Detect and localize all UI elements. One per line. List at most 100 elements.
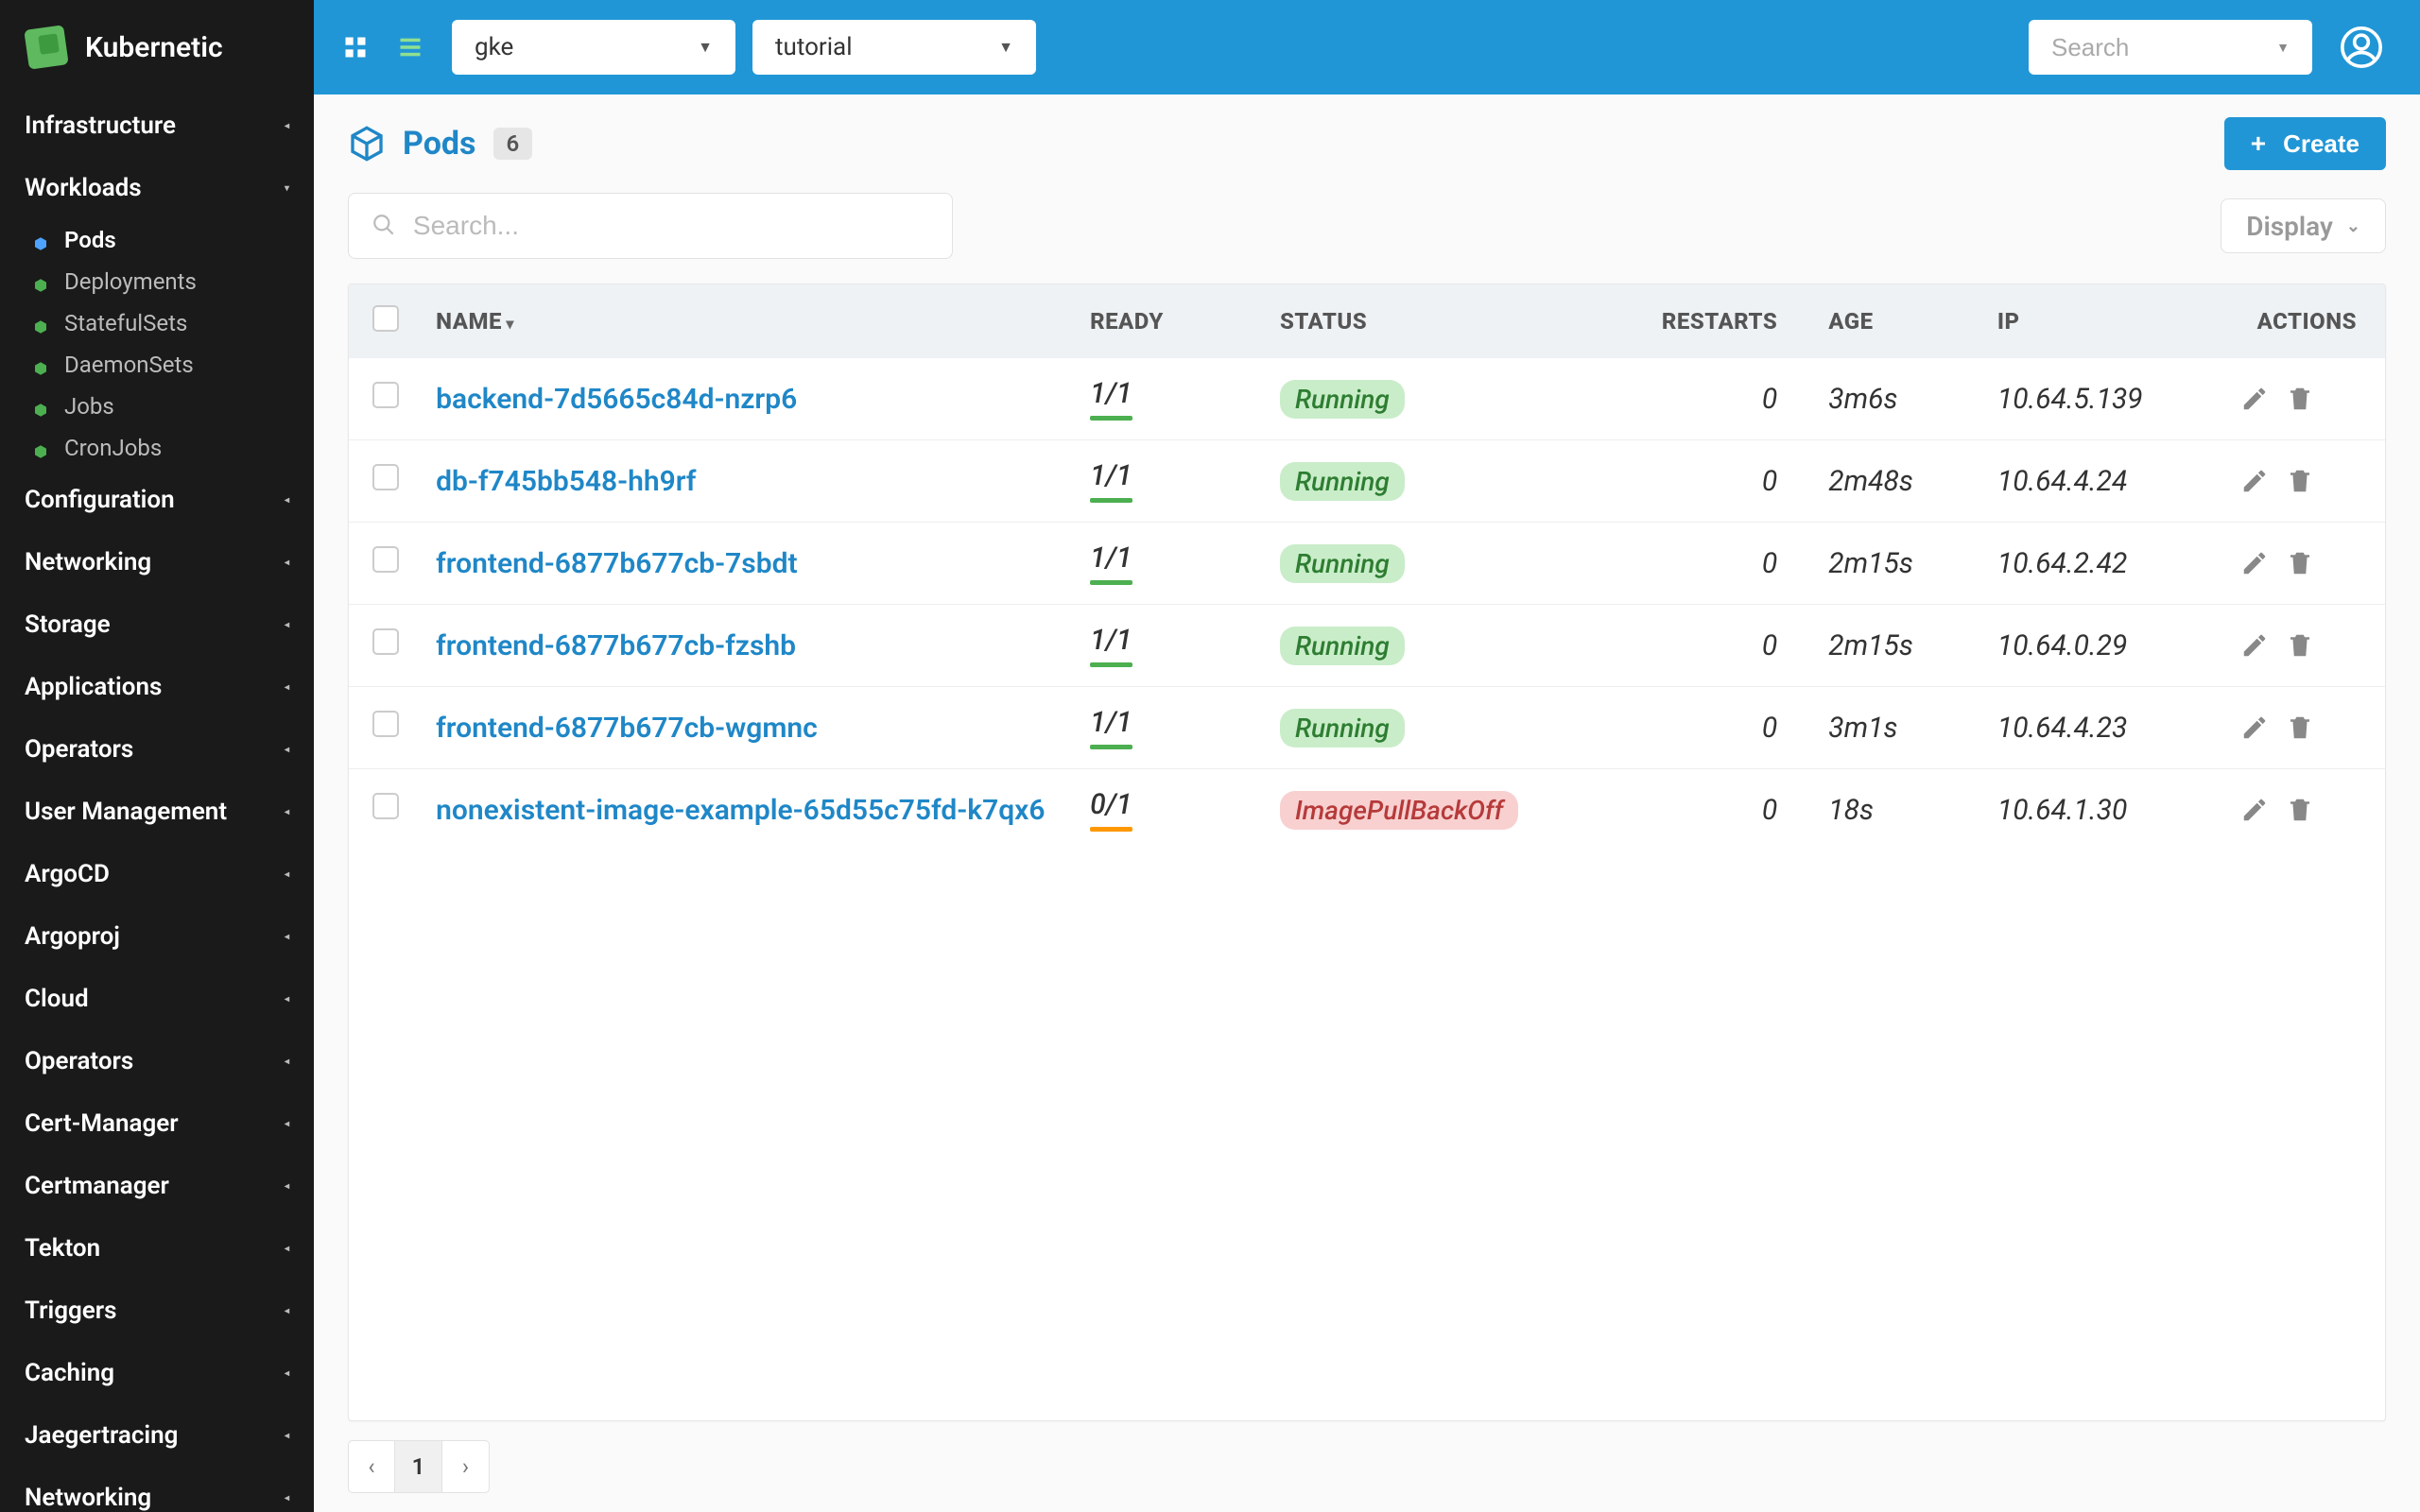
brand[interactable]: Kubernetic [0,0,314,94]
edit-icon[interactable] [2240,713,2269,742]
sidebar-item[interactable]: Deployments [0,261,314,302]
sidebar-section[interactable]: Argoproj◂ [0,905,314,968]
table-row: frontend-6877b677cb-wgmnc1/1Running03m1s… [349,687,2385,769]
edit-icon[interactable] [2240,631,2269,660]
pod-link[interactable]: backend-7d5665c84d-nzrp6 [436,383,797,416]
sidebar-section[interactable]: Jaegertracing◂ [0,1404,314,1467]
sidebar-section-label: Applications [25,673,162,701]
create-label: Create [2283,129,2360,159]
edit-icon[interactable] [2240,549,2269,577]
sidebar-section[interactable]: Networking◂ [0,531,314,593]
sidebar-section[interactable]: Cloud◂ [0,968,314,1030]
search-icon [372,213,396,239]
pod-search-input[interactable] [413,211,929,241]
context-dropdown[interactable]: gke ▼ [452,20,735,75]
sidebar-section[interactable]: Operators◂ [0,718,314,781]
restarts-cell: 0 [1604,769,1815,851]
delete-icon[interactable] [2286,631,2314,660]
pod-search[interactable] [348,193,953,259]
delete-icon[interactable] [2286,713,2314,742]
namespace-dropdown[interactable]: tutorial ▼ [752,20,1036,75]
sidebar-item[interactable]: Jobs [0,386,314,427]
pod-link[interactable]: frontend-6877b677cb-wgmnc [436,712,818,745]
sidebar-section[interactable]: Certmanager◂ [0,1155,314,1217]
row-checkbox[interactable] [372,464,399,490]
delete-icon[interactable] [2286,549,2314,577]
sidebar-section[interactable]: ArgoCD◂ [0,843,314,905]
sidebar-section[interactable]: Operators ◂ [0,1030,314,1092]
edit-icon[interactable] [2240,796,2269,824]
col-ready[interactable]: READY [1077,284,1267,358]
caret-left-icon: ◂ [285,1244,289,1254]
sidebar-item-label: CronJobs [64,435,162,461]
edit-icon[interactable] [2240,385,2269,413]
col-status[interactable]: STATUS [1267,284,1604,358]
sidebar-section[interactable]: Tekton◂ [0,1217,314,1280]
sidebar-item-label: Jobs [64,393,114,420]
list-view-icon[interactable] [397,34,424,60]
caret-left-icon: ◂ [285,1181,289,1192]
sidebar-item[interactable]: Pods [0,219,314,261]
restarts-cell: 0 [1604,687,1815,769]
caret-left-icon: ◂ [285,682,289,693]
sidebar-section[interactable]: Infrastructure◂ [0,94,314,157]
col-restarts[interactable]: RESTARTS [1604,284,1815,358]
caret-left-icon: ◂ [285,1057,289,1067]
delete-icon[interactable] [2286,796,2314,824]
grid-view-icon[interactable] [342,34,369,60]
pod-link[interactable]: frontend-6877b677cb-fzshb [436,629,796,662]
sidebar-section-label: Infrastructure [25,112,176,140]
page-1[interactable]: 1 [395,1440,442,1493]
sidebar-item[interactable]: StatefulSets [0,302,314,344]
row-checkbox[interactable] [372,546,399,573]
row-checkbox[interactable] [372,711,399,737]
sidebar-item[interactable]: CronJobs [0,427,314,469]
sidebar-section[interactable]: Triggers◂ [0,1280,314,1342]
sidebar-section[interactable]: Workloads▾ [0,157,314,219]
pod-link[interactable]: nonexistent-image-example-65d55c75fd-k7q… [436,794,1045,827]
resource-icon [32,232,49,249]
sidebar-item-label: Deployments [64,268,197,295]
page-prev[interactable]: ‹ [348,1440,395,1493]
pod-link[interactable]: frontend-6877b677cb-7sbdt [436,547,797,580]
pod-link[interactable]: db-f745bb548-hh9rf [436,465,696,498]
sidebar-section-label: Operators [25,1047,133,1075]
sidebar-section[interactable]: Applications ◂ [0,656,314,718]
page-next[interactable]: › [442,1440,490,1493]
row-checkbox[interactable] [372,382,399,408]
col-ip[interactable]: IP [1984,284,2227,358]
row-checkbox[interactable] [372,793,399,819]
global-search-input[interactable] [2051,33,2276,62]
sidebar-section[interactable]: Cert-Manager◂ [0,1092,314,1155]
row-checkbox[interactable] [372,628,399,655]
delete-icon[interactable] [2286,467,2314,495]
sidebar-section[interactable]: User Management◂ [0,781,314,843]
restarts-cell: 0 [1604,523,1815,605]
ip-cell: 10.64.4.24 [1984,440,2227,523]
sidebar-section[interactable]: Caching◂ [0,1342,314,1404]
select-all-checkbox[interactable] [372,305,399,332]
sidebar-section[interactable]: Storage◂ [0,593,314,656]
global-search[interactable]: ▼ [2029,20,2312,75]
caret-left-icon: ◂ [285,807,289,817]
sidebar-section[interactable]: Networking◂ [0,1467,314,1512]
sidebar-item[interactable]: DaemonSets [0,344,314,386]
count-badge: 6 [493,128,533,160]
col-name[interactable]: NAME [423,284,1077,358]
col-age[interactable]: AGE [1815,284,1984,358]
sidebar-section[interactable]: Configuration◂ [0,469,314,531]
caret-left-icon: ◂ [285,869,289,880]
table-row: db-f745bb548-hh9rf1/1Running02m48s10.64.… [349,440,2385,523]
delete-icon[interactable] [2286,385,2314,413]
sidebar-section-label: Jaegertracing [25,1421,178,1450]
caret-down-icon: ▼ [698,38,713,57]
user-profile-icon[interactable] [2341,26,2382,68]
pagination: ‹ 1 › [348,1440,2386,1493]
display-dropdown[interactable]: Display ⌄ [2221,198,2386,253]
caret-left-icon: ◂ [285,1368,289,1379]
sidebar-section-label: Operators [25,735,133,764]
edit-icon[interactable] [2240,467,2269,495]
sidebar[interactable]: Infrastructure◂Workloads▾PodsDeployments… [0,94,314,1512]
create-button[interactable]: + Create [2224,117,2386,170]
page-title: Pods [403,125,476,163]
